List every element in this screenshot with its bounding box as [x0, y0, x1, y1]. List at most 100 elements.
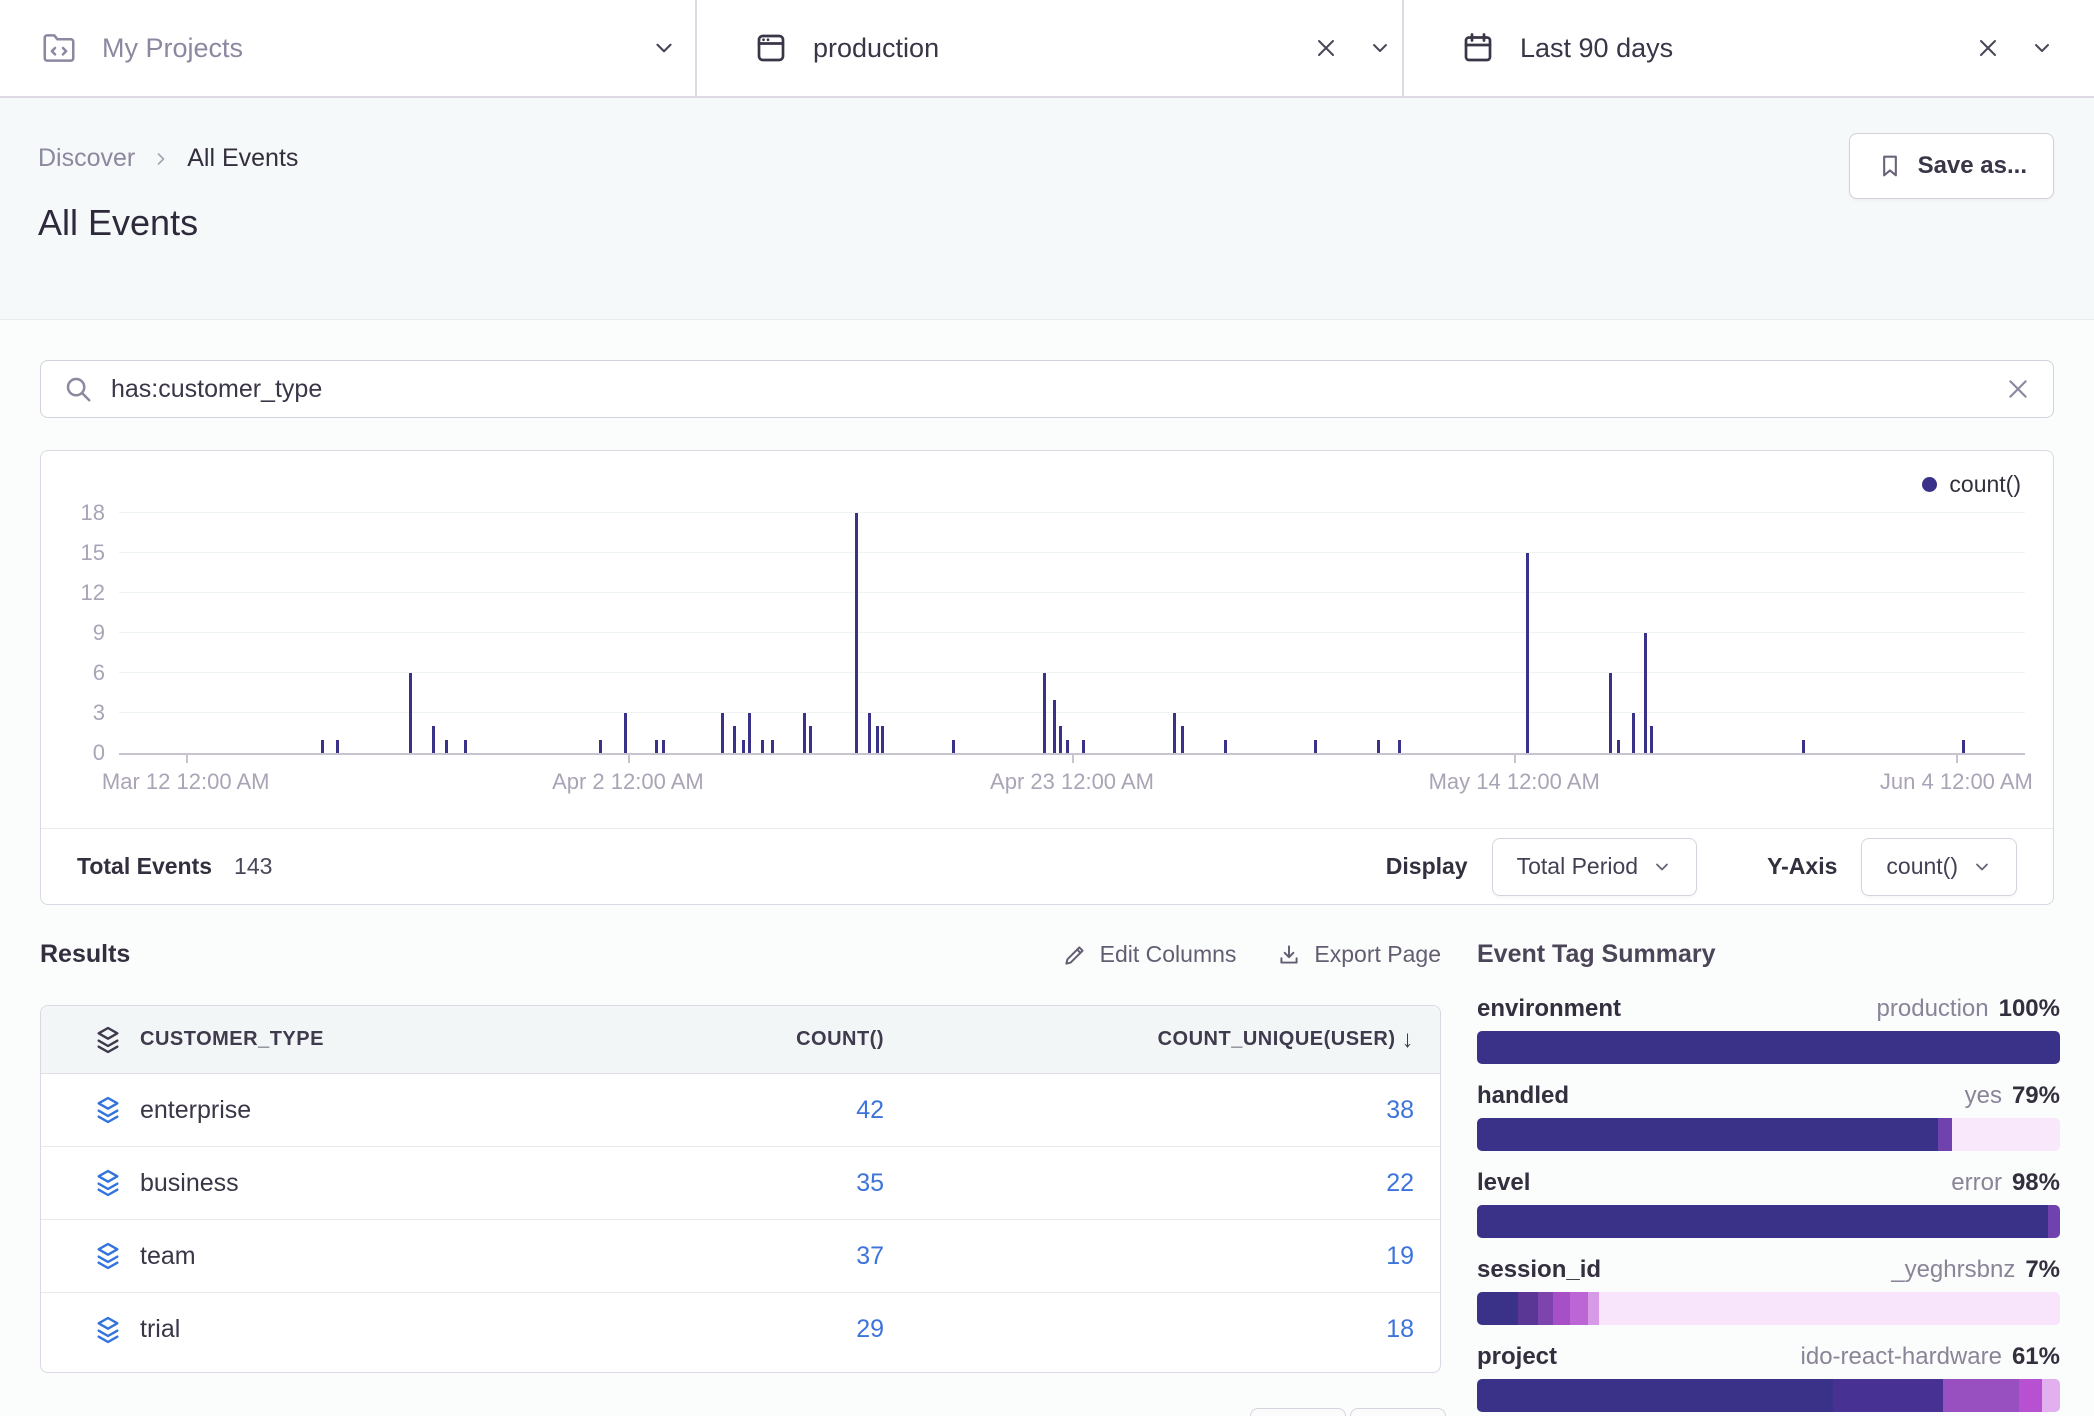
tag-distribution-bar[interactable] — [1477, 1379, 2060, 1412]
chart-bar[interactable] — [321, 740, 324, 753]
yaxis-dropdown[interactable]: count() — [1861, 838, 2017, 896]
chart-bar[interactable] — [1082, 740, 1085, 753]
chart-bar[interactable] — [1650, 726, 1653, 753]
chart-bar[interactable] — [1181, 726, 1184, 753]
chevron-down-icon[interactable] — [2030, 36, 2054, 60]
chart-bar[interactable] — [1644, 633, 1647, 753]
environment-selector[interactable]: production — [695, 0, 1402, 96]
chart-bar[interactable] — [733, 726, 736, 753]
table-row[interactable]: enterprise4238 — [41, 1074, 1440, 1147]
count-unique-link[interactable]: 22 — [1386, 1169, 1414, 1198]
chart-bar[interactable] — [881, 726, 884, 753]
column-header-count[interactable]: COUNT() — [634, 1028, 884, 1051]
chart-bar[interactable] — [761, 740, 764, 753]
chart-bar[interactable] — [1617, 740, 1620, 753]
chart-bar[interactable] — [1066, 740, 1069, 753]
chart-bar[interactable] — [1962, 740, 1965, 753]
tag-distribution-bar[interactable] — [1477, 1031, 2060, 1064]
table-row[interactable]: business3522 — [41, 1147, 1440, 1220]
chart-plot: 0369121518 — [119, 513, 2025, 755]
chart-bar[interactable] — [464, 740, 467, 753]
chart-bar[interactable] — [721, 713, 724, 753]
pagination-next-button[interactable] — [1350, 1408, 1446, 1416]
project-selector-label: My Projects — [102, 33, 243, 64]
column-header-customer-type[interactable]: CUSTOMER_TYPE — [140, 1028, 634, 1051]
chart-bar[interactable] — [771, 740, 774, 753]
results-table: CUSTOMER_TYPE COUNT() COUNT_UNIQUE(USER)… — [40, 1005, 1441, 1373]
count-unique-link[interactable]: 18 — [1386, 1315, 1414, 1344]
tag-distribution-bar[interactable] — [1477, 1292, 2060, 1325]
save-as-button[interactable]: Save as... — [1849, 133, 2054, 199]
chart-bar[interactable] — [1043, 673, 1046, 753]
chart-bar[interactable] — [742, 740, 745, 753]
tag-distribution-bar[interactable] — [1477, 1205, 2060, 1238]
cell-count-unique-user: 22 — [884, 1169, 1414, 1198]
chart-bar[interactable] — [409, 673, 412, 753]
bookmark-icon — [1876, 152, 1904, 180]
cell-count: 37 — [634, 1242, 884, 1271]
chart-bar[interactable] — [624, 713, 627, 753]
count-link[interactable]: 42 — [856, 1096, 884, 1124]
total-events-value: 143 — [234, 853, 272, 880]
count-unique-link[interactable]: 19 — [1386, 1242, 1414, 1271]
tag-summary-item: environmentproduction100% — [1477, 995, 2060, 1064]
chart-bar[interactable] — [1398, 740, 1401, 753]
daterange-selector[interactable]: Last 90 days — [1402, 0, 2094, 96]
chart-bar[interactable] — [1053, 700, 1056, 753]
chart-bar[interactable] — [1609, 673, 1612, 753]
chart-bar[interactable] — [432, 726, 435, 753]
table-row[interactable]: team3719 — [41, 1220, 1440, 1293]
column-header-count-unique-user[interactable]: COUNT_UNIQUE(USER) ↓ — [884, 1026, 1414, 1054]
chart-bar[interactable] — [952, 740, 955, 753]
count-link[interactable]: 29 — [856, 1315, 884, 1343]
chart-bar[interactable] — [1526, 553, 1529, 753]
legend-label: count() — [1949, 471, 2021, 498]
count-unique-link[interactable]: 38 — [1386, 1096, 1414, 1125]
project-selector[interactable]: My Projects — [0, 0, 695, 96]
layers-icon — [76, 1240, 140, 1272]
chart-bar[interactable] — [662, 740, 665, 753]
clear-daterange-icon[interactable] — [1976, 36, 2000, 60]
chart-bar[interactable] — [445, 740, 448, 753]
export-page-button[interactable]: Export Page — [1276, 941, 1441, 968]
table-row[interactable]: trial2918 — [41, 1293, 1440, 1366]
chart-bar[interactable] — [1059, 726, 1062, 753]
search-bar[interactable]: has:customer_type — [40, 360, 2054, 418]
search-clear-icon[interactable] — [2005, 376, 2031, 402]
chart-bar[interactable] — [1173, 713, 1176, 753]
chart-bar[interactable] — [1314, 740, 1317, 753]
chart-bar[interactable] — [336, 740, 339, 753]
count-link[interactable]: 37 — [856, 1242, 884, 1270]
chart-bar[interactable] — [876, 726, 879, 753]
sort-descending-icon[interactable]: ↓ — [1402, 1026, 1415, 1054]
chart-bar[interactable] — [803, 713, 806, 753]
tag-bar-segment — [1477, 1379, 1833, 1412]
chart-bar[interactable] — [655, 740, 658, 753]
chevron-down-icon — [1652, 857, 1672, 877]
x-axis-tick — [1072, 755, 1074, 763]
display-dropdown[interactable]: Total Period — [1492, 838, 1697, 896]
chart-bar[interactable] — [599, 740, 602, 753]
tag-summary-item: handledyes79% — [1477, 1082, 2060, 1151]
chart-bar[interactable] — [809, 726, 812, 753]
tag-distribution-bar[interactable] — [1477, 1118, 2060, 1151]
chart-bar[interactable] — [1224, 740, 1227, 753]
clear-environment-icon[interactable] — [1314, 36, 1338, 60]
tag-labels: projectido-react-hardware61% — [1477, 1343, 2060, 1371]
search-query[interactable]: has:customer_type — [111, 375, 1987, 404]
chevron-down-icon[interactable] — [1368, 36, 1392, 60]
chart-bar[interactable] — [855, 513, 858, 753]
count-link[interactable]: 35 — [856, 1169, 884, 1197]
tag-top-value: error — [1951, 1169, 2002, 1197]
chart-bar[interactable] — [1632, 713, 1635, 753]
breadcrumb-discover-link[interactable]: Discover — [38, 144, 135, 173]
chart-bar[interactable] — [748, 713, 751, 753]
edit-columns-label: Edit Columns — [1100, 941, 1237, 968]
events-chart-panel: count() 0369121518 Mar 12 12:00 AMApr 2 … — [40, 450, 2054, 905]
chart-bar[interactable] — [868, 713, 871, 753]
chart-bar[interactable] — [1377, 740, 1380, 753]
pagination-prev-button[interactable] — [1250, 1408, 1346, 1416]
chevron-down-icon[interactable] — [651, 35, 677, 61]
edit-columns-button[interactable]: Edit Columns — [1062, 941, 1237, 968]
chart-bar[interactable] — [1802, 740, 1805, 753]
